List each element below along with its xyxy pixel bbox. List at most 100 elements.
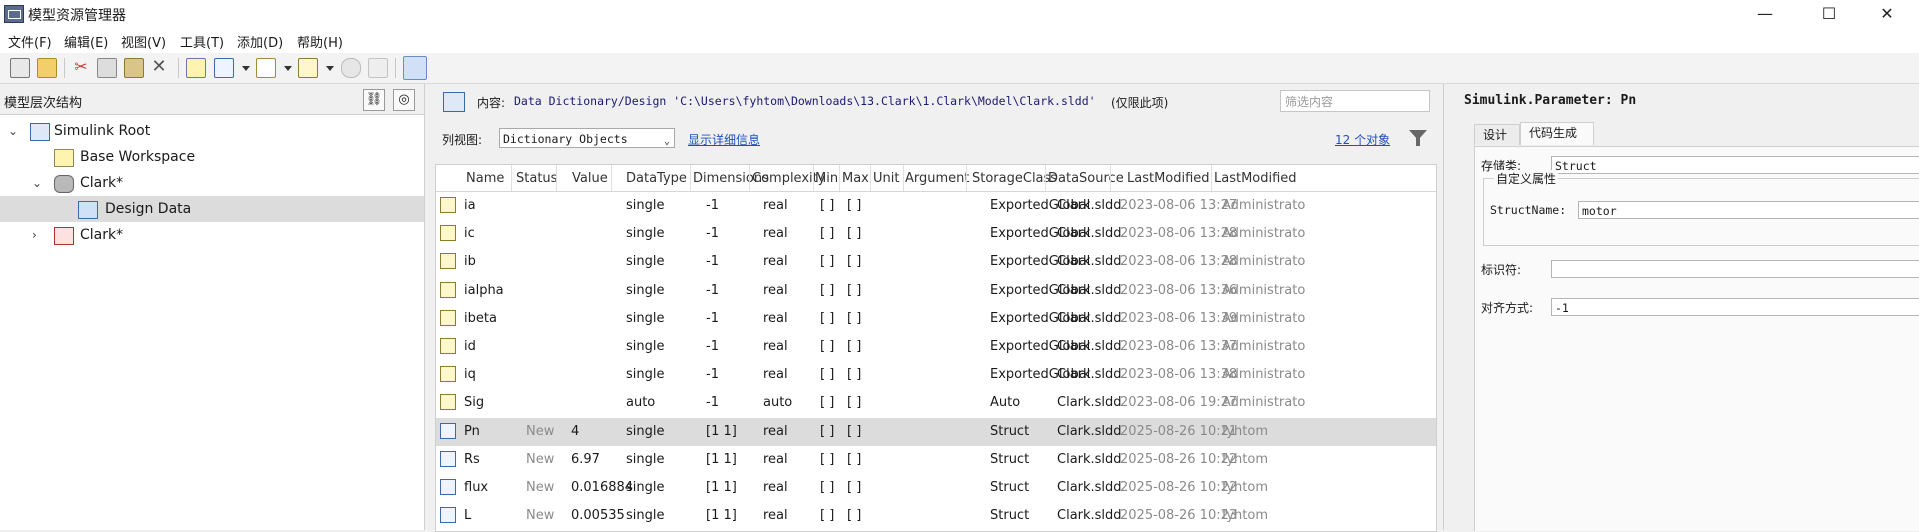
table-row[interactable]: ialpha single -1 real[ ][ ] ExportedGlobal Cl… bbox=[436, 277, 1436, 305]
tab-design[interactable]: 设计 bbox=[1474, 124, 1520, 145]
menu-help[interactable]: 帮助(H) bbox=[297, 32, 343, 51]
stop-disabled-icon bbox=[368, 58, 388, 78]
cell-source: Clark.sldd bbox=[1057, 451, 1122, 467]
contents-icon bbox=[443, 92, 465, 112]
chevron-down-icon[interactable] bbox=[326, 66, 334, 71]
filter-contents-input[interactable]: 筛选内容 bbox=[1280, 90, 1430, 112]
table-row[interactable]: iq single -1 real[ ][ ] ExportedGlobal Clark.… bbox=[436, 361, 1436, 389]
code-generation-panel: 存储类: Struct 自定义属性 StructName: motor 标识符:… bbox=[1474, 146, 1919, 531]
table-row[interactable]: Rs New 6.97 single [1 1] real [ ] [ ] Struct Clar… bbox=[436, 446, 1436, 474]
contents-pane: 内容: Data Dictionary/Design 'C:\Users\fyh… bbox=[427, 84, 1441, 532]
cell-complexity: real bbox=[763, 367, 788, 383]
cell-datatype: single bbox=[626, 339, 665, 354]
cell-dims: [1 1] bbox=[706, 451, 737, 467]
tab-code-generation[interactable]: 代码生成 bbox=[1520, 122, 1594, 145]
cell-dims: [1 1] bbox=[706, 480, 737, 495]
tree-node-simulink-root[interactable]: ⌄ Simulink Root bbox=[0, 118, 424, 144]
add-signal-line-icon[interactable] bbox=[256, 58, 276, 78]
column-header-unit[interactable]: Unit bbox=[873, 171, 899, 186]
menu-tools[interactable]: 工具(T) bbox=[180, 32, 224, 51]
cell-complexity: real bbox=[763, 226, 788, 242]
copy-icon[interactable] bbox=[97, 58, 117, 78]
cell-complexity: real bbox=[763, 423, 788, 439]
link-icon[interactable]: ⛓ bbox=[363, 89, 385, 111]
open-folder-icon[interactable] bbox=[37, 58, 57, 78]
identifier-field[interactable] bbox=[1551, 260, 1919, 278]
cell-modified: 2023-08-06 13:28 bbox=[1120, 254, 1238, 270]
tree-node-clark-model[interactable]: › Clark* bbox=[0, 222, 424, 248]
column-header-argument[interactable]: Argument bbox=[905, 171, 970, 186]
cell-modified: 2023-08-06 13:27 bbox=[1120, 198, 1238, 213]
column-header-lastmodified[interactable]: LastModified bbox=[1127, 171, 1210, 186]
cell-modified: 2025-08-26 10:23 bbox=[1120, 508, 1238, 524]
cell-min: [ ] bbox=[820, 198, 835, 213]
chevron-down-icon[interactable]: ⌄ bbox=[8, 118, 18, 144]
paste-icon[interactable] bbox=[124, 58, 144, 78]
alignment-field[interactable]: -1 bbox=[1551, 298, 1919, 316]
column-header-status[interactable]: Status bbox=[516, 171, 557, 186]
column-header-lastmodifiedby[interactable]: LastModified bbox=[1214, 171, 1297, 186]
contents-label: 内容: bbox=[477, 96, 506, 110]
object-count-link[interactable]: 12 个对象 bbox=[1335, 131, 1390, 148]
column-view-toggle-icon[interactable] bbox=[403, 56, 427, 80]
cell-datatype: single bbox=[626, 423, 665, 439]
menu-edit[interactable]: 编辑(E) bbox=[64, 32, 108, 51]
cell-complexity: real bbox=[763, 480, 788, 495]
column-header-value[interactable]: Value bbox=[572, 171, 608, 186]
chevron-down-icon[interactable] bbox=[284, 66, 292, 71]
parameter-icon bbox=[440, 422, 456, 439]
column-header-max[interactable]: Max bbox=[842, 171, 869, 186]
column-header-datatype[interactable]: DataType bbox=[626, 171, 687, 186]
cut-icon[interactable]: ✂ bbox=[72, 58, 90, 76]
table-row[interactable]: ibeta single -1 real[ ][ ] ExportedGlobal Cla… bbox=[436, 305, 1436, 333]
cell-by: fyhtom bbox=[1222, 508, 1268, 524]
table-row[interactable]: ia single -1 real[ ][ ] ExportedGlobal Clark.… bbox=[436, 192, 1436, 220]
table-row[interactable]: Sig auto -1 auto [ ] [ ] Auto Clark.sldd 2023-08… bbox=[436, 389, 1436, 417]
column-header-min[interactable]: Min bbox=[815, 171, 838, 186]
glasses-icon[interactable]: ◎ bbox=[393, 89, 415, 111]
delete-icon[interactable]: ✕ bbox=[150, 58, 168, 76]
chevron-down-icon[interactable]: ⌄ bbox=[32, 170, 42, 196]
tree-node-base-workspace[interactable]: Base Workspace bbox=[0, 144, 424, 170]
cell-name: Sig bbox=[464, 395, 485, 411]
close-button[interactable]: ✕ bbox=[1864, 2, 1910, 26]
show-details-link[interactable]: 显示详细信息 bbox=[688, 131, 760, 148]
storage-class-field[interactable]: Struct bbox=[1551, 156, 1919, 174]
struct-name-field[interactable]: motor bbox=[1578, 201, 1919, 219]
table-row[interactable]: L New 0.00535 single [1 1] real [ ] [ ] Struct Cl… bbox=[436, 502, 1436, 530]
tree-node-clark-dictionary[interactable]: ⌄ Clark* bbox=[0, 170, 424, 196]
contents-path: Data Dictionary/Design 'C:\Users\fyhtom\… bbox=[514, 94, 1096, 108]
tree-node-design-data[interactable]: Design Data bbox=[0, 196, 424, 222]
cell-complexity: real bbox=[763, 508, 788, 524]
chevron-right-icon[interactable]: › bbox=[32, 222, 37, 248]
cell-value: 4 bbox=[571, 423, 580, 439]
menu-file[interactable]: 文件(F) bbox=[8, 32, 52, 51]
menu-view[interactable]: 视图(V) bbox=[121, 32, 166, 51]
new-model-icon[interactable] bbox=[10, 58, 30, 78]
cell-value: 0.00535 bbox=[571, 508, 625, 524]
cell-storage: Struct bbox=[990, 480, 1030, 495]
maximize-button[interactable]: ☐ bbox=[1806, 2, 1852, 26]
add-signal-icon[interactable] bbox=[298, 58, 318, 78]
table-row[interactable]: flux New 0.016884 single [1 1] real [ ] [ ] Stru… bbox=[436, 474, 1436, 502]
add-workspace-icon[interactable] bbox=[186, 58, 206, 78]
minimize-button[interactable]: — bbox=[1742, 2, 1788, 26]
table-row[interactable]: ib single -1 real[ ][ ] ExportedGlobal Clark.… bbox=[436, 248, 1436, 276]
cell-by: Administrato bbox=[1222, 254, 1306, 270]
signal-icon bbox=[440, 338, 456, 354]
table-row[interactable]: ic single -1 real[ ][ ] ExportedGlobal Clark.… bbox=[436, 220, 1436, 248]
table-row[interactable]: Pn New 4 single [1 1] real [ ] [ ] Struct Clark.s… bbox=[436, 417, 1436, 446]
cell-complexity: real bbox=[763, 254, 788, 270]
cell-min: [ ] bbox=[820, 480, 835, 495]
column-view-select[interactable]: Dictionary Objects ⌄ bbox=[499, 128, 675, 148]
chevron-down-icon[interactable] bbox=[242, 66, 250, 71]
filter-funnel-icon[interactable] bbox=[1409, 130, 1427, 146]
column-header-datasource[interactable]: DataSource bbox=[1048, 171, 1124, 186]
cell-min: [ ] bbox=[820, 310, 835, 326]
simulink-root-icon bbox=[30, 123, 50, 141]
column-header-name[interactable]: Name bbox=[466, 171, 504, 186]
menu-add[interactable]: 添加(D) bbox=[237, 32, 283, 51]
model-hierarchy-header: 模型层次结构 ⛓ ◎ bbox=[0, 84, 424, 115]
table-row[interactable]: id single -1 real[ ][ ] ExportedGlobal Clark.… bbox=[436, 333, 1436, 361]
add-parameter-icon[interactable] bbox=[214, 58, 234, 78]
